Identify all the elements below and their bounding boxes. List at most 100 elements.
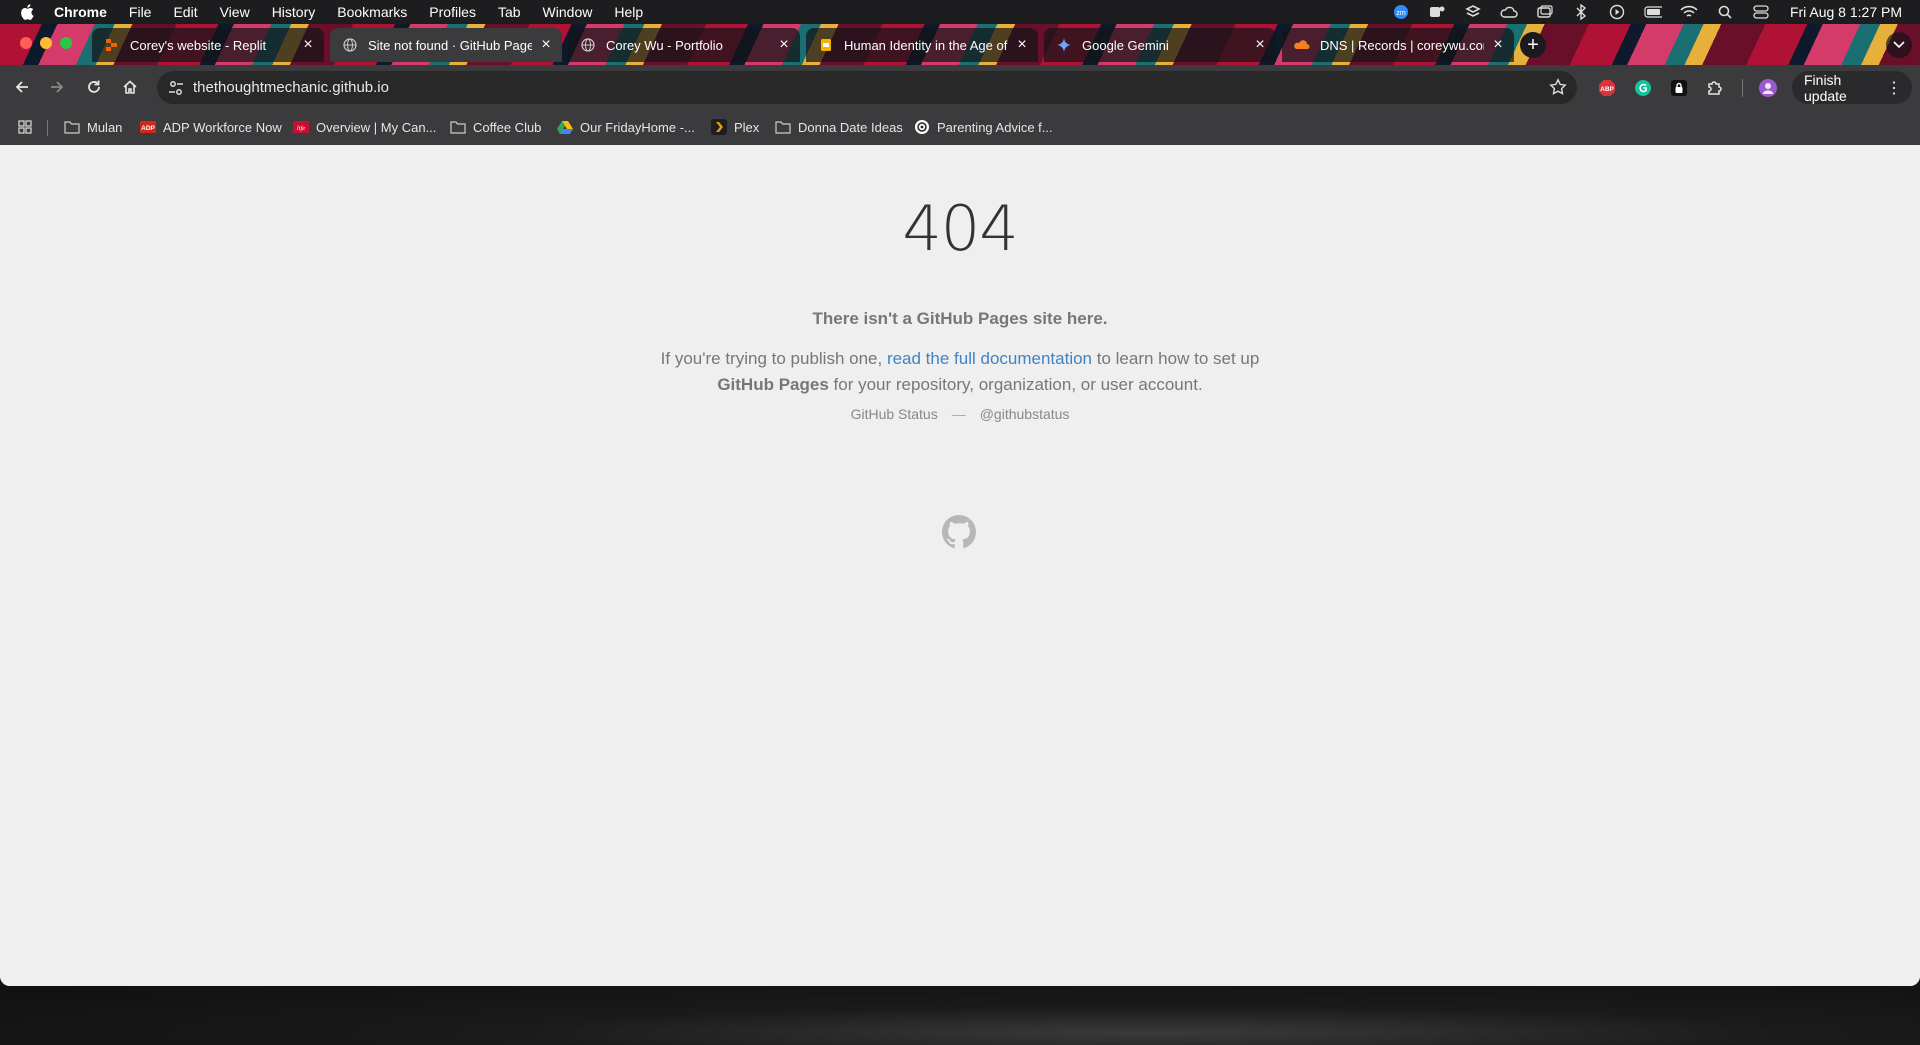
status-separator: — [951,406,966,422]
status-links: GitHub Status — @githubstatus [0,406,1920,422]
arrow-right-icon [51,81,64,93]
lock-extension-icon[interactable] [1669,78,1689,98]
profile-avatar[interactable] [1758,78,1778,98]
bookmark-mulan[interactable]: Mulan [64,119,122,135]
tab-title: Site not found · GitHub Pages [368,37,532,53]
menu-edit[interactable]: Edit [173,4,197,20]
grammarly-icon[interactable] [1633,78,1653,98]
bookmark-adp[interactable]: ADP ADP Workforce Now [140,119,282,135]
gemini-icon [1056,37,1072,53]
tab-github-pages[interactable]: Site not found · GitHub Pages × [330,28,562,62]
new-tab-button[interactable]: + [1520,32,1546,58]
bookmark-fridayhome[interactable]: Our FridayHome -... [557,119,695,135]
menu-help[interactable]: Help [614,4,643,20]
teams-icon[interactable] [1428,4,1446,20]
slides-icon [818,37,834,53]
tab-title: Corey's website - Replit [130,37,267,53]
bookmarks-bar: Mulan ADP ADP Workforce Now life Overvie… [0,110,1920,146]
menu-history[interactable]: History [272,4,316,20]
close-icon[interactable]: × [1252,36,1268,53]
svg-text:zm: zm [1396,10,1406,17]
drive-icon [557,119,573,135]
github-octocat-icon[interactable] [942,515,976,549]
desktop-wallpaper [0,986,1920,1045]
menu-view[interactable]: View [220,4,250,20]
error-description: If you're trying to publish one, read th… [660,346,1260,398]
menu-profiles[interactable]: Profiles [429,4,476,20]
close-icon[interactable]: × [776,36,792,53]
play-icon[interactable] [1608,4,1626,20]
folder-icon [64,119,80,135]
tab-portfolio[interactable]: Corey Wu - Portfolio × [568,28,800,62]
tab-dns-records[interactable]: DNS | Records | coreywu.com × [1282,28,1514,62]
tab-replit[interactable]: Corey's website - Replit × [92,28,324,62]
apple-icon[interactable] [18,0,36,24]
home-icon [123,80,137,94]
menu-tab[interactable]: Tab [498,4,521,20]
finish-update-button[interactable]: Finish update ⋮ [1792,71,1912,104]
folder-icon [450,119,466,135]
bookmark-donna-date-ideas[interactable]: Donna Date Ideas [775,119,903,135]
close-icon[interactable]: × [1490,36,1506,53]
url-text[interactable]: thethoughtmechanic.github.io [193,79,389,96]
bluetooth-icon[interactable] [1572,4,1590,20]
back-button[interactable] [10,75,34,99]
wifi-icon[interactable] [1680,4,1698,20]
apps-grid-button[interactable] [17,119,40,135]
menu-bar-clock[interactable]: Fri Aug 8 1:27 PM [1790,4,1902,20]
macos-menu-bar: Chrome File Edit View History Bookmarks … [0,0,1920,24]
forward-button[interactable] [45,75,69,99]
menu-window[interactable]: Window [543,4,593,20]
bookmark-plex[interactable]: Plex [711,119,759,135]
tab-strip: Corey's website - Replit × Site not foun… [0,24,1920,65]
bookmark-label: Coffee Club [473,119,542,135]
close-icon[interactable]: × [1014,36,1030,53]
minimize-window-button[interactable] [40,37,52,49]
close-window-button[interactable] [20,37,32,49]
browser-toolbar: thethoughtmechanic.github.io ABP Finish … [0,65,1920,110]
battery-icon[interactable] [1644,4,1662,20]
github-status-link[interactable]: GitHub Status [851,406,938,422]
close-icon[interactable]: × [538,36,554,53]
plus-icon: + [1527,33,1539,56]
more-vert-icon: ⋮ [1886,79,1902,97]
githubstatus-twitter-link[interactable]: @githubstatus [980,406,1070,422]
extensions-puzzle-icon[interactable] [1705,78,1725,98]
tab-title: DNS | Records | coreywu.com [1320,37,1484,53]
description-middle: to learn how to set up [1092,349,1260,368]
zoom-icon[interactable]: zm [1392,4,1410,20]
bookmark-coffee-club[interactable]: Coffee Club [450,119,541,135]
close-icon[interactable]: × [300,36,316,53]
tab-human-identity[interactable]: Human Identity in the Age of × [806,28,1038,62]
description-prefix: If you're trying to publish one, [660,349,887,368]
display-icon[interactable] [1536,4,1554,20]
stack-icon[interactable] [1464,4,1482,20]
tab-title: Corey Wu - Portfolio [606,37,723,53]
replit-icon [104,37,120,53]
home-button[interactable] [118,75,142,99]
tab-search-button[interactable] [1886,32,1912,58]
fullscreen-window-button[interactable] [60,37,72,49]
bookmark-star-icon[interactable] [1549,78,1567,96]
cloudflare-icon [1294,37,1310,53]
adblock-plus-icon[interactable]: ABP [1597,78,1617,98]
reload-button[interactable] [82,75,106,99]
reload-icon [88,80,100,93]
documentation-link[interactable]: read the full documentation [887,349,1092,368]
arrow-left-icon [15,81,28,93]
bookmark-parenting-advice[interactable]: Parenting Advice f... [914,119,1053,135]
life-icon: life [293,119,309,135]
address-bar[interactable]: thethoughtmechanic.github.io [157,71,1577,104]
globe-icon [342,37,358,53]
bookmark-label: Donna Date Ideas [798,119,903,135]
control-center-icon[interactable] [1752,4,1770,20]
bookmark-overview[interactable]: life Overview | My Can... [293,119,436,135]
menu-bookmarks[interactable]: Bookmarks [337,4,407,20]
menu-file[interactable]: File [129,4,152,20]
site-info-icon[interactable] [167,79,185,97]
spotlight-search-icon[interactable] [1716,4,1734,20]
svg-text:ADP: ADP [141,125,155,132]
cloud-icon[interactable] [1500,4,1518,20]
menu-app-chrome[interactable]: Chrome [54,4,107,20]
tab-gemini[interactable]: Google Gemini × [1044,28,1276,62]
